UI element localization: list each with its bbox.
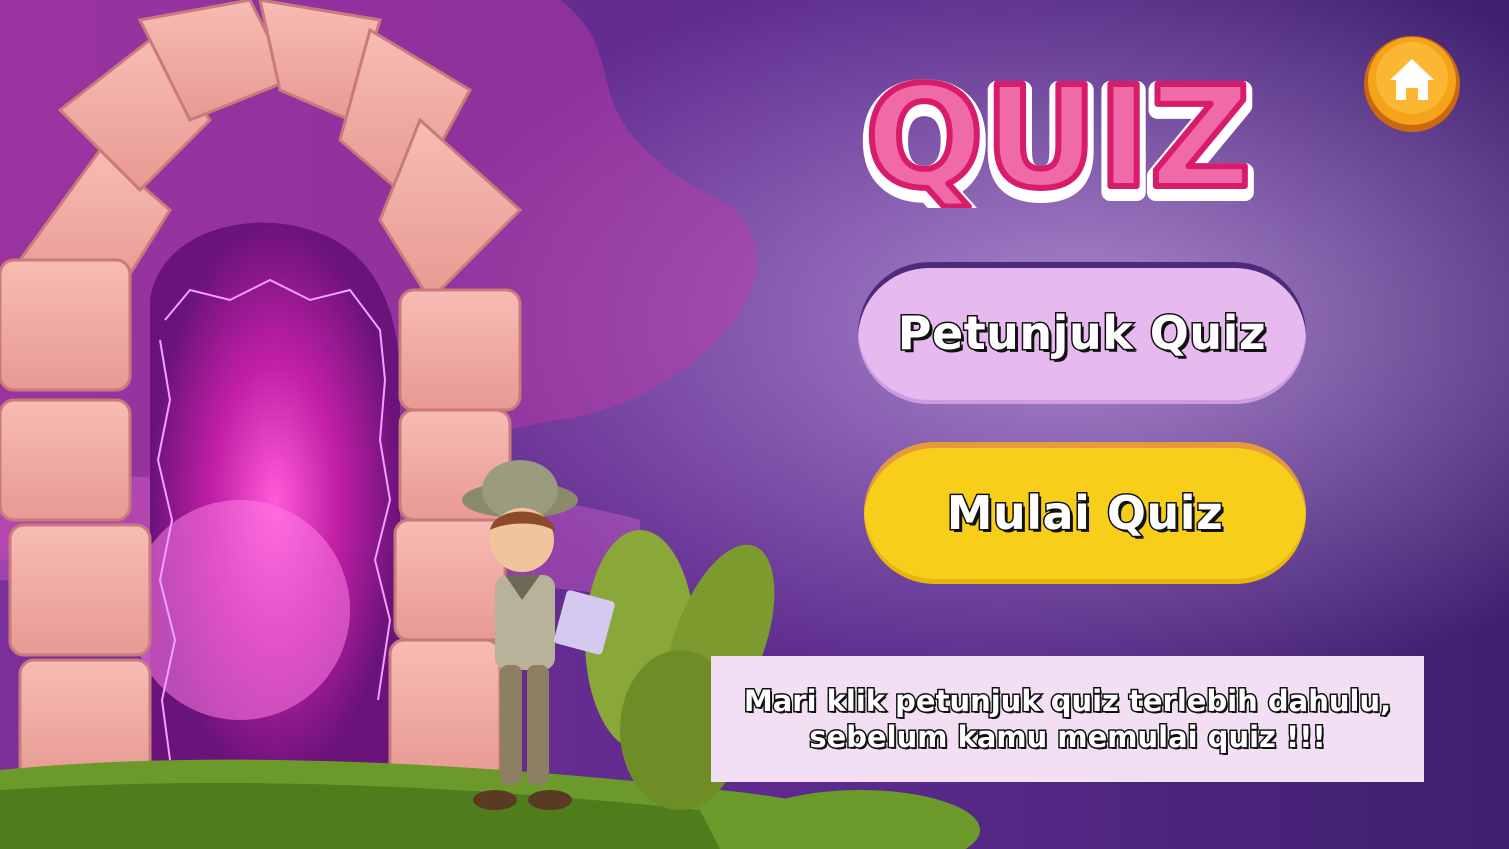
petunjuk-quiz-button[interactable]: Petunjuk Quiz: [858, 262, 1306, 404]
info-line-1: Mari klik petunjuk quiz terlebih dahulu,: [742, 683, 1392, 720]
mulai-quiz-button[interactable]: Mulai Quiz: [864, 442, 1306, 584]
quiz-title: QUIZ QUIZ: [858, 54, 1258, 208]
quiz-title-text: QUIZ: [865, 57, 1251, 208]
home-icon: [1364, 36, 1460, 132]
info-line-2: sebelum kamu memulai quiz !!!: [808, 719, 1327, 756]
mulai-quiz-label: Mulai Quiz: [945, 485, 1224, 542]
info-box: Mari klik petunjuk quiz terlebih dahulu,…: [711, 656, 1424, 782]
petunjuk-quiz-label: Petunjuk Quiz: [896, 305, 1267, 362]
home-button[interactable]: [1362, 34, 1462, 134]
